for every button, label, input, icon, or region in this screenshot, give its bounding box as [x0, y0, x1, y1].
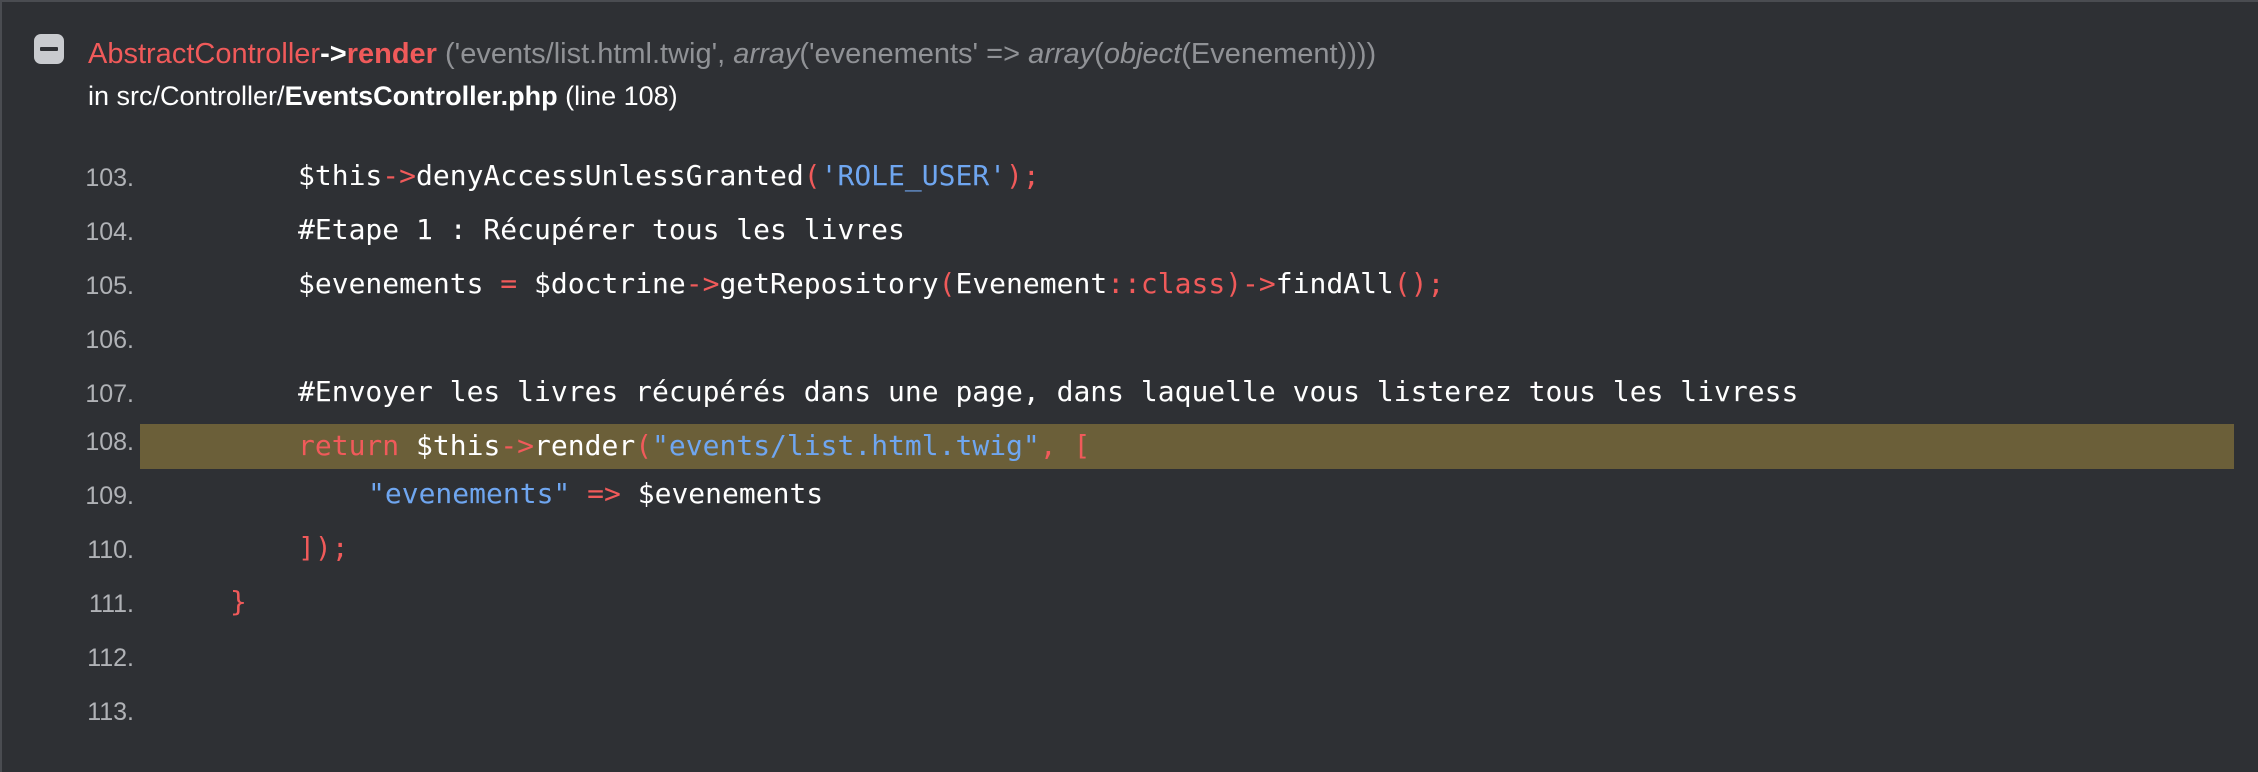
code-text: ]);: [298, 531, 349, 564]
code-line: 103. $this->denyAccessUnlessGranted('ROL…: [2, 154, 2258, 208]
trace-arg-object: object: [1103, 38, 1182, 70]
line-number: 111.: [89, 590, 134, 618]
trace-args-open: ('events/list.html.twig',: [436, 38, 734, 70]
trace-args-mid: ('evenements' =>: [799, 38, 1029, 70]
line-number: 108.: [85, 428, 134, 456]
code-text: "evenements" => $evenements: [368, 477, 824, 510]
code-line: 109. "evenements" => $evenements: [2, 472, 2258, 526]
trace-args-close: (Evenement)))): [1181, 38, 1377, 70]
code-text: #Etape 1 : Récupérer tous les livres: [298, 213, 905, 246]
code-text: $evenements = $doctrine->getRepository(E…: [298, 267, 1445, 300]
line-number: 105.: [85, 272, 134, 300]
code-line: 107. #Envoyer les livres récupérés dans …: [2, 370, 2258, 424]
trace-args-paren: (: [1094, 38, 1104, 70]
code-excerpt: 103. $this->denyAccessUnlessGranted('ROL…: [2, 154, 2258, 742]
code-line: 113.: [2, 688, 2258, 742]
trace-file-location: in src/Controller/EventsController.php (…: [88, 76, 678, 116]
line-number: 103.: [85, 164, 134, 192]
code-line: 105. $evenements = $doctrine->getReposit…: [2, 262, 2258, 316]
code-line: 111. }: [2, 580, 2258, 634]
code-text: return $this->render("events/list.html.t…: [298, 429, 1091, 462]
trace-call-signature: AbstractController->render ('events/list…: [88, 32, 1376, 76]
trace-method-name: render: [346, 38, 437, 70]
line-number: 107.: [85, 380, 134, 408]
code-line-highlighted: 108. return $this->render("events/list.h…: [2, 424, 2258, 472]
code-text: $this->denyAccessUnlessGranted('ROLE_USE…: [298, 159, 1040, 192]
line-number: 113.: [87, 698, 134, 726]
file-prefix: in src/Controller/: [88, 81, 285, 111]
collapse-icon[interactable]: [34, 34, 64, 64]
trace-arg-array-2: array: [1028, 38, 1095, 70]
trace-header: AbstractController->render ('events/list…: [32, 32, 2232, 122]
code-line: 112.: [2, 634, 2258, 688]
trace-class-name[interactable]: AbstractController: [88, 38, 320, 70]
code-line: 110. ]);: [2, 526, 2258, 580]
file-name[interactable]: EventsController.php: [285, 81, 558, 111]
code-line: 104. #Etape 1 : Récupérer tous les livre…: [2, 208, 2258, 262]
code-text: #Envoyer les livres récupérés dans une p…: [298, 375, 1799, 408]
trace-arg-array-1: array: [733, 38, 800, 70]
line-number: 106.: [85, 326, 134, 354]
line-info: (line 108): [557, 81, 678, 111]
trace-arrow: ->: [320, 38, 347, 70]
line-number: 109.: [85, 482, 134, 510]
line-number: 110.: [87, 536, 134, 564]
line-number: 112.: [87, 644, 134, 672]
code-line: 106.: [2, 316, 2258, 370]
code-text: }: [230, 585, 247, 618]
stack-trace-panel: AbstractController->render ('events/list…: [0, 0, 2258, 772]
line-number: 104.: [85, 218, 134, 246]
